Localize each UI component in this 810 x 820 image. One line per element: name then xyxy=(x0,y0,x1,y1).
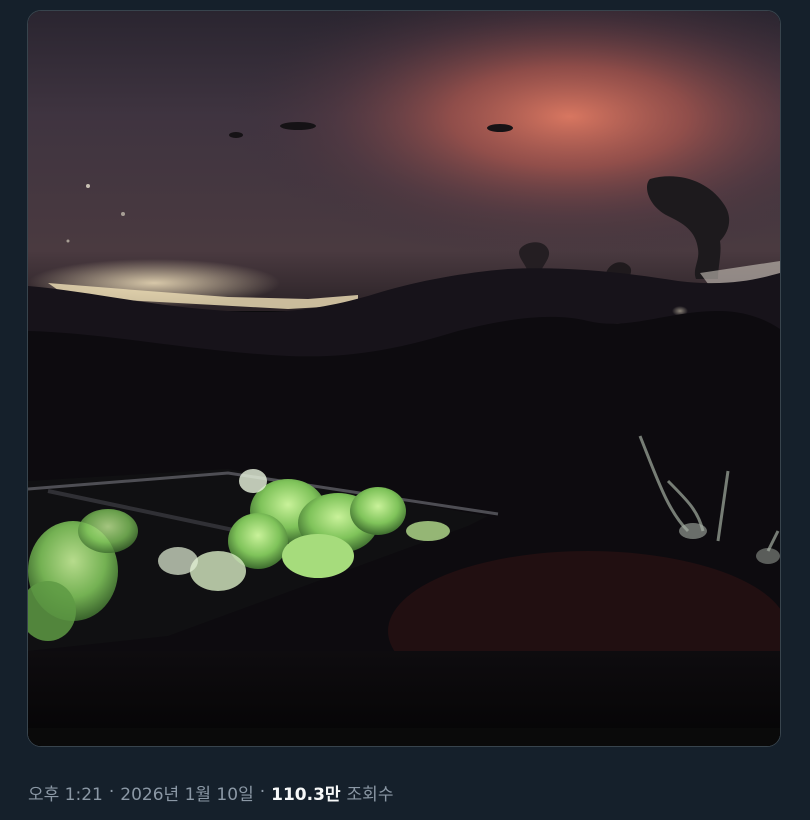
views-count: 110.3만 xyxy=(271,784,341,805)
tweet-metadata: 오후 1:21 · 2026년 1월 10일 · 110.3만 조회수 xyxy=(28,778,393,806)
tweet-detail-view: 오후 1:21 · 2026년 1월 10일 · 110.3만 조회수 xyxy=(0,0,810,820)
drone-1 xyxy=(280,122,316,130)
tweet-time-link[interactable]: 오후 1:21 xyxy=(28,780,103,805)
views-label: 조회수 xyxy=(346,784,394,805)
video-bottom-bar xyxy=(28,728,780,746)
video-frame xyxy=(28,11,780,746)
drone-3 xyxy=(229,132,243,138)
drone-2 xyxy=(487,124,513,132)
separator-dot: · xyxy=(259,782,266,802)
tweet-video[interactable] xyxy=(27,10,781,747)
top-edge xyxy=(0,0,810,10)
tweet-date-link[interactable]: 2026년 1월 10일 xyxy=(120,780,253,805)
separator-dot: · xyxy=(108,782,115,802)
